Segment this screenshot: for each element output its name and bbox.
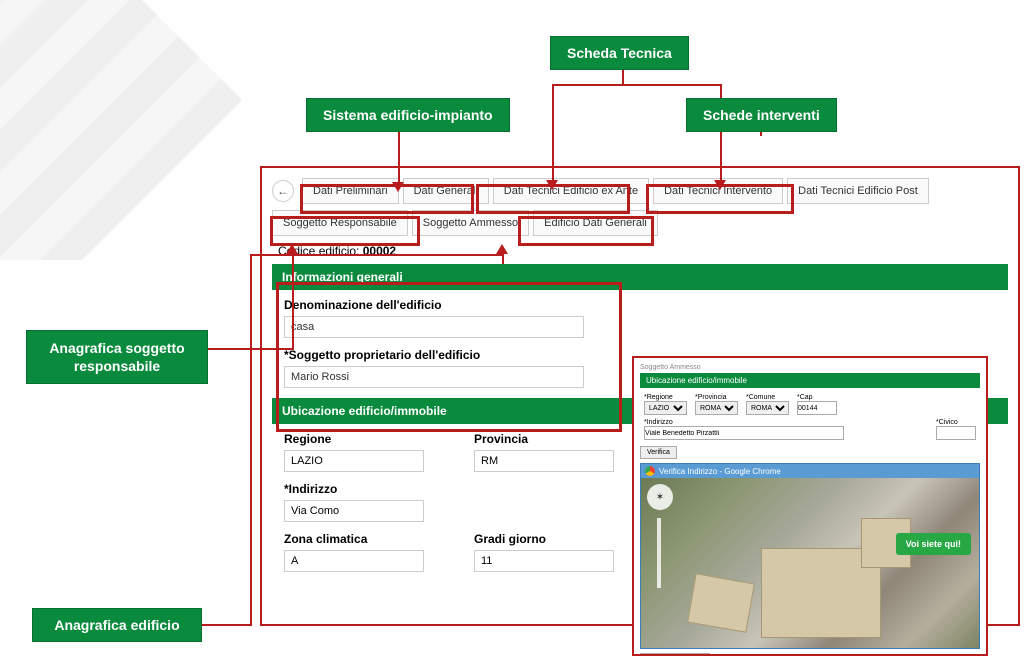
subtab-edificio-dati-generali[interactable]: Edificio Dati Generali bbox=[533, 210, 658, 236]
popup-row1: *RegioneLAZIO *ProvinciaROMA *ComuneROMA… bbox=[640, 392, 980, 417]
regione-label: Regione bbox=[284, 432, 424, 446]
top-tabs-row: ← Dati Preliminari Dati Generali Dati Te… bbox=[272, 178, 1008, 204]
connector-line bbox=[250, 254, 504, 256]
popup-regione-label: *Regione bbox=[644, 394, 687, 401]
popup-indirizzo-input[interactable] bbox=[644, 426, 844, 440]
popup-verifica-button[interactable]: Verifica bbox=[640, 446, 677, 459]
chrome-icon bbox=[645, 466, 655, 476]
voi-siete-qui-badge: Voi siete qui! bbox=[896, 533, 971, 555]
indirizzo-label: *Indirizzo bbox=[284, 482, 424, 496]
popup-civico-label: *Civico bbox=[936, 419, 976, 426]
tab-dati-tecnici-ante[interactable]: Dati Tecnici Edificio ex Ante bbox=[493, 178, 649, 204]
map-titlebar: Verifica Indirizzo - Google Chrome bbox=[641, 464, 979, 478]
tab-dati-generali[interactable]: Dati Generali bbox=[403, 178, 489, 204]
connector-line bbox=[292, 254, 294, 350]
popup-aggiorna-button[interactable]: Aggiorna Indirizzo bbox=[640, 653, 710, 656]
regione-input[interactable] bbox=[284, 450, 424, 472]
tab-dati-tecnici-post[interactable]: Dati Tecnici Edificio Post bbox=[787, 178, 929, 204]
subtab-soggetto-ammesso[interactable]: Soggetto Ammesso bbox=[412, 210, 529, 236]
decorative-diagonal-bg bbox=[0, 0, 260, 260]
gradi-input[interactable] bbox=[474, 550, 614, 572]
map-title-text: Verifica Indirizzo - Google Chrome bbox=[659, 467, 781, 476]
provincia-input[interactable] bbox=[474, 450, 614, 472]
tab-dati-preliminari[interactable]: Dati Preliminari bbox=[302, 178, 399, 204]
sub-tabs-row: Soggetto Responsabile Soggetto Ammesso E… bbox=[272, 210, 1008, 236]
section-informazioni-generali: Informazioni generali bbox=[272, 264, 1008, 290]
popup-frame: Soggetto Ammesso Ubicazione edificio/imm… bbox=[632, 356, 988, 656]
field-denominazione: Denominazione dell'edificio bbox=[284, 298, 996, 338]
connector-line bbox=[552, 84, 722, 86]
popup-cap-input[interactable] bbox=[797, 401, 837, 415]
callout-anagrafica-edificio: Anagrafica edificio bbox=[32, 608, 202, 642]
arrow-head-icon bbox=[286, 244, 298, 254]
connector-line bbox=[398, 128, 400, 184]
indirizzo-input[interactable] bbox=[284, 500, 424, 522]
popup-provincia-label: *Provincia bbox=[695, 394, 738, 401]
callout-sistema-edificio: Sistema edificio-impianto bbox=[306, 98, 510, 132]
denominazione-input[interactable] bbox=[284, 316, 584, 338]
gradi-label: Gradi giorno bbox=[474, 532, 614, 546]
connector-line bbox=[250, 254, 252, 626]
subtab-soggetto-responsabile[interactable]: Soggetto Responsabile bbox=[272, 210, 408, 236]
popup-section-header: Ubicazione edificio/immobile bbox=[640, 373, 980, 388]
map-popup-window: Verifica Indirizzo - Google Chrome ✶ Voi… bbox=[640, 463, 980, 649]
popup-regione-select[interactable]: LAZIO bbox=[644, 401, 687, 415]
back-button[interactable]: ← bbox=[272, 180, 294, 202]
arrow-head-icon bbox=[392, 182, 404, 192]
popup-comune-label: *Comune bbox=[746, 394, 789, 401]
map-body[interactable]: ✶ Voi siete qui! bbox=[641, 478, 979, 648]
connector-line bbox=[202, 624, 252, 626]
arrow-head-icon bbox=[496, 244, 508, 254]
connector-line bbox=[502, 254, 504, 264]
zoom-slider[interactable] bbox=[657, 518, 661, 588]
popup-indirizzo-label: *Indirizzo bbox=[644, 419, 928, 426]
popup-comune-select[interactable]: ROMA bbox=[746, 401, 789, 415]
connector-line bbox=[552, 84, 554, 182]
popup-top-text: Soggetto Ammesso bbox=[640, 364, 980, 371]
zona-label: Zona climatica bbox=[284, 532, 424, 546]
callout-scheda-tecnica: Scheda Tecnica bbox=[550, 36, 689, 70]
arrow-head-icon bbox=[714, 180, 726, 190]
callout-anagrafica-soggetto: Anagrafica soggetto responsabile bbox=[26, 330, 208, 384]
popup-civico-input[interactable] bbox=[936, 426, 976, 440]
arrow-head-icon bbox=[546, 180, 558, 190]
callout-schede-interventi: Schede interventi bbox=[686, 98, 837, 132]
denominazione-label: Denominazione dell'edificio bbox=[284, 298, 996, 312]
popup-provincia-select[interactable]: ROMA bbox=[695, 401, 738, 415]
zona-input[interactable] bbox=[284, 550, 424, 572]
soggetto-input[interactable] bbox=[284, 366, 584, 388]
compass-icon[interactable]: ✶ bbox=[647, 484, 673, 510]
map-building bbox=[687, 573, 755, 633]
popup-row2: *Indirizzo *Civico bbox=[640, 417, 980, 442]
provincia-label: Provincia bbox=[474, 432, 614, 446]
popup-cap-label: *Cap bbox=[797, 394, 837, 401]
